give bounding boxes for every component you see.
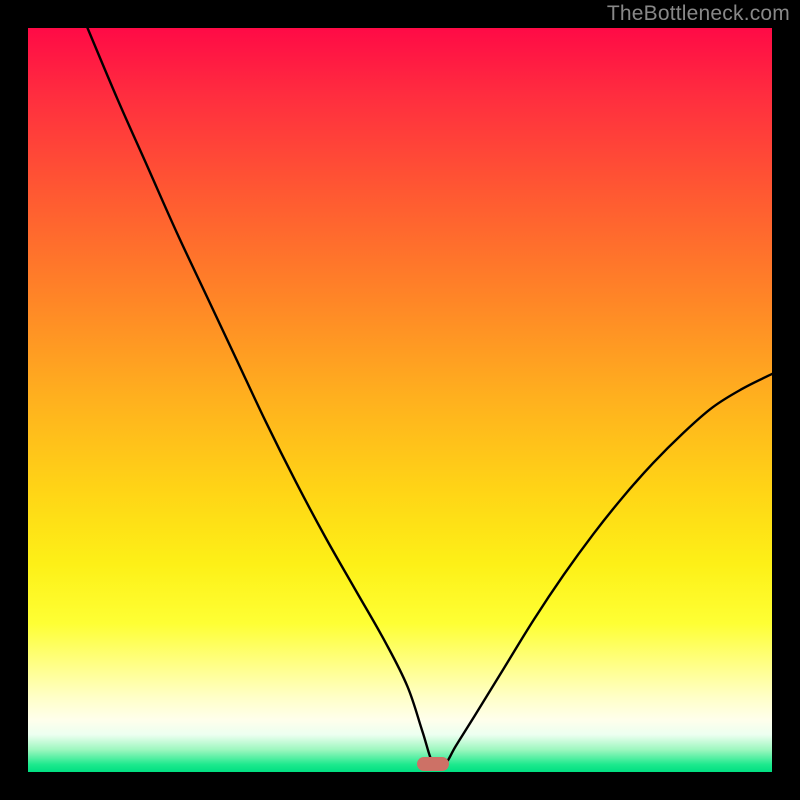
curve-path bbox=[88, 28, 772, 768]
bottleneck-curve bbox=[28, 28, 772, 772]
watermark-text: TheBottleneck.com bbox=[607, 2, 790, 26]
optimal-marker bbox=[417, 757, 449, 771]
plot-area bbox=[28, 28, 772, 772]
chart-frame: TheBottleneck.com bbox=[0, 0, 800, 800]
